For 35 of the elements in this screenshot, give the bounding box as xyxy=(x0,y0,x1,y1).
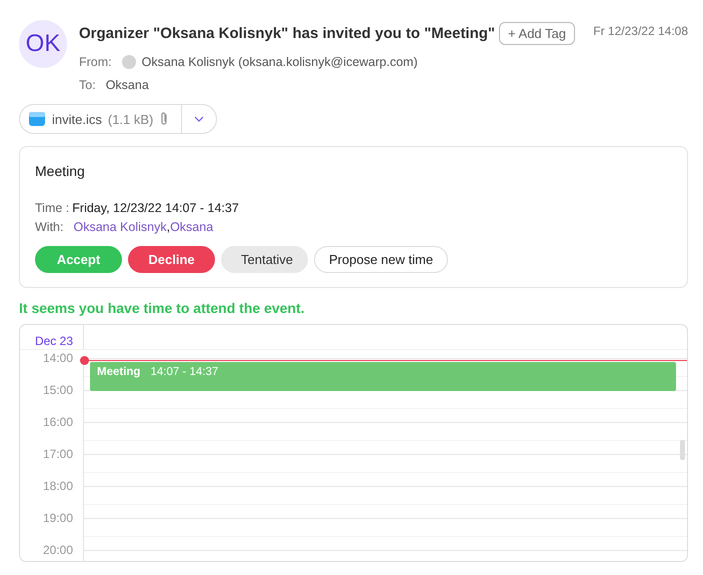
hour-label: 14:00 xyxy=(42,351,73,365)
recipient: Oksana xyxy=(106,78,149,92)
sender-avatar-icon xyxy=(122,55,136,69)
to-label: To: xyxy=(79,78,96,92)
scrollbar-thumb[interactable] xyxy=(680,440,685,460)
hour-label: 20:00 xyxy=(42,543,73,557)
avatar: OK xyxy=(19,20,67,68)
file-icon xyxy=(28,110,46,128)
attendee-link[interactable]: Oksana Kolisnyk xyxy=(73,220,167,234)
add-tag-button[interactable]: + Add Tag xyxy=(499,22,576,44)
availability-message: It seems you have time to attend the event. xyxy=(19,300,306,316)
hour-label: 17:00 xyxy=(42,447,73,461)
from-label: From: xyxy=(79,55,112,69)
tentative-button[interactable]: Tentative xyxy=(221,246,308,273)
hour-label: 19:00 xyxy=(42,511,73,525)
propose-button[interactable]: Propose new time xyxy=(314,246,448,273)
attachment-name: invite.ics xyxy=(52,112,102,126)
time-label: Time : xyxy=(35,201,70,215)
event-title: Meeting xyxy=(35,163,86,179)
sender: Oksana Kolisnyk (oksana.kolisnyk@icewarp.com) xyxy=(142,55,418,69)
with-label: With: xyxy=(35,220,64,234)
hour-label: 15:00 xyxy=(42,383,73,397)
hour-label: 18:00 xyxy=(42,479,73,493)
email-subject: Organizer "Oksana Kolisnyk" has invited you to "Meeting" xyxy=(79,24,496,42)
hour-label: 16:00 xyxy=(42,415,73,429)
caret-icon[interactable] xyxy=(194,116,204,122)
decline-button[interactable]: Decline xyxy=(128,246,215,273)
attachment-size: (1.1 kB) xyxy=(108,112,154,126)
separator: , xyxy=(166,220,170,234)
attachment-chip[interactable]: invite.ics (1.1 kB) xyxy=(19,104,218,134)
attendee-link[interactable]: Oksana xyxy=(170,220,214,234)
event-time: Friday, 12/23/22 14:07 - 14:37 xyxy=(72,201,239,215)
paperclip-icon xyxy=(159,111,170,127)
email-date: Fr 12/23/22 14:08 xyxy=(593,23,688,38)
day-label: Dec 23 xyxy=(34,334,73,348)
